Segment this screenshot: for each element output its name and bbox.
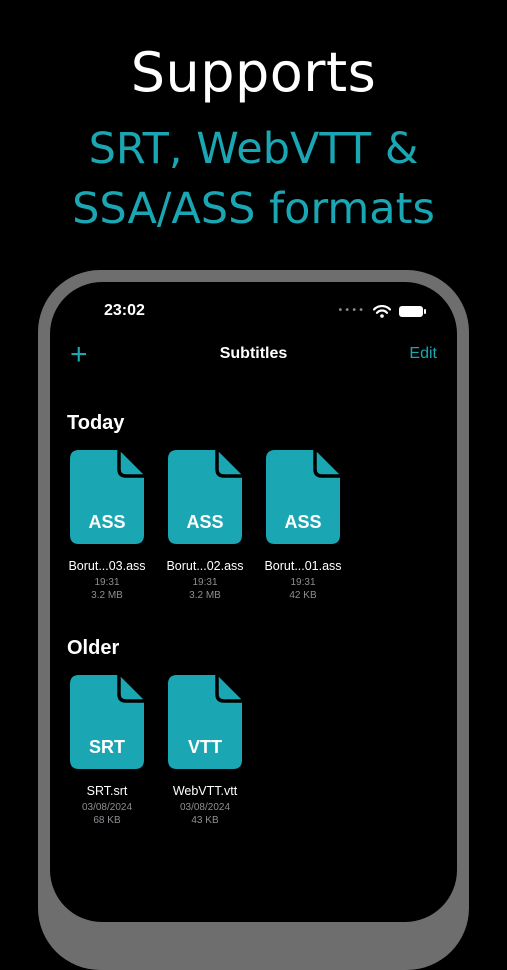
- svg-text:ASS: ASS: [186, 512, 223, 532]
- file-name: Borut...02.ass: [166, 559, 244, 573]
- file-size: 68 KB: [93, 815, 121, 826]
- promo-headline: Supports: [130, 41, 377, 104]
- file-time: 19:31: [94, 577, 120, 588]
- file-item[interactable]: ASS Borut...01.ass 19:31 42 KB: [258, 449, 348, 602]
- section-title-today: Today: [67, 412, 125, 434]
- document-icon: ASS: [70, 450, 144, 544]
- promo-subline-2: SSA/ASS formats: [72, 184, 435, 234]
- section-title-older: Older: [67, 637, 120, 659]
- file-item[interactable]: SRT SRT.srt 03/08/2024 68 KB: [62, 674, 152, 827]
- file-name: Borut...01.ass: [264, 559, 342, 573]
- status-time: 23:02: [104, 302, 145, 319]
- document-icon: VTT: [168, 675, 242, 769]
- cellular-dots-icon: ••••: [337, 305, 365, 316]
- file-time: 19:31: [290, 577, 316, 588]
- wifi-icon: [373, 304, 391, 318]
- page-title: Subtitles: [219, 345, 288, 362]
- file-item[interactable]: VTT WebVTT.vtt 03/08/2024 43 KB: [160, 674, 250, 827]
- file-size: 3.2 MB: [189, 590, 221, 601]
- document-icon: SRT: [70, 675, 144, 769]
- svg-text:VTT: VTT: [188, 737, 222, 757]
- edit-button[interactable]: Edit: [409, 345, 437, 363]
- file-time: 19:31: [192, 577, 218, 588]
- promo-subline-1: SRT, WebVTT &: [88, 124, 419, 174]
- file-item[interactable]: ASS Borut...03.ass 19:31 3.2 MB: [62, 449, 152, 602]
- file-time: 03/08/2024: [179, 802, 231, 813]
- file-time: 03/08/2024: [81, 802, 133, 813]
- file-item[interactable]: ASS Borut...02.ass 19:31 3.2 MB: [160, 449, 250, 602]
- file-name: Borut...03.ass: [68, 559, 146, 573]
- document-icon: ASS: [168, 450, 242, 544]
- file-name: SRT.srt: [86, 784, 128, 798]
- file-name: WebVTT.vtt: [172, 784, 238, 798]
- svg-text:ASS: ASS: [88, 512, 125, 532]
- svg-text:SRT: SRT: [89, 737, 125, 757]
- status-icons: ••••: [337, 304, 426, 318]
- phone-screen: 23:02 •••• + Subtitles Edit Today ASS Bo…: [50, 282, 457, 922]
- battery-icon: [399, 305, 426, 317]
- file-size: 43 KB: [191, 815, 219, 826]
- document-icon: ASS: [266, 450, 340, 544]
- file-size: 42 KB: [289, 590, 317, 601]
- svg-text:ASS: ASS: [284, 512, 321, 532]
- file-size: 3.2 MB: [91, 590, 123, 601]
